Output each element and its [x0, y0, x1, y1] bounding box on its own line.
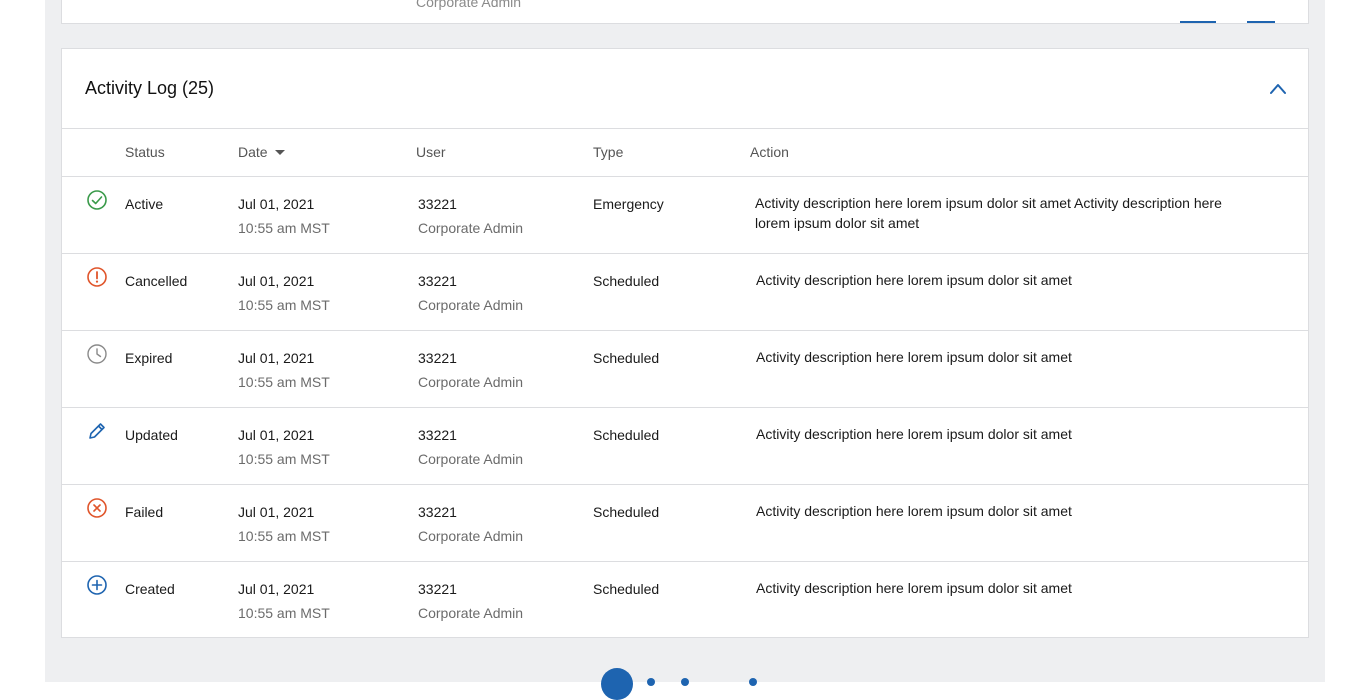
- previous-card-link[interactable]: [1180, 21, 1216, 23]
- row-date: Jul 01, 2021 10:55 am MST: [238, 500, 330, 548]
- row-status: Updated: [125, 427, 178, 443]
- row-action: Activity description here lorem ipsum do…: [756, 503, 1072, 519]
- row-user-role: Corporate Admin: [418, 220, 524, 236]
- row-user-role: Corporate Admin: [418, 297, 524, 313]
- row-type: Scheduled: [593, 427, 660, 443]
- row-user: 33221 Corporate Admin: [418, 269, 523, 317]
- row-user: 33221 Corporate Admin: [418, 346, 523, 394]
- row-time-value: 10:55 am MST: [238, 374, 330, 390]
- row-type: Scheduled: [593, 504, 660, 520]
- row-status: Active: [125, 196, 164, 212]
- column-header-action: Action: [750, 144, 789, 160]
- row-user-id: 33221: [418, 581, 457, 597]
- row-type: Scheduled: [593, 581, 660, 597]
- row-user: 33221 Corporate Admin: [418, 577, 523, 625]
- previous-card: Corporate Admin: [61, 0, 1309, 24]
- column-header-status: Status: [125, 144, 165, 160]
- row-date: Jul 01, 2021 10:55 am MST: [238, 192, 330, 240]
- row-user-id: 33221: [418, 504, 457, 520]
- row-action: Activity description here lorem ipsum do…: [756, 272, 1072, 288]
- row-status: Expired: [125, 350, 173, 366]
- activity-log-card: Activity Log (25) Status Date User Type …: [61, 48, 1309, 638]
- table-row: Created Jul 01, 2021 10:55 am MST 33221 …: [62, 562, 1308, 638]
- plus-circle-icon: [87, 575, 107, 595]
- row-user-id: 33221: [418, 427, 457, 443]
- column-header-type: Type: [593, 144, 624, 160]
- row-user: 33221 Corporate Admin: [418, 500, 523, 548]
- sort-descending-icon[interactable]: [274, 150, 285, 155]
- clock-icon: [87, 344, 107, 364]
- previous-card-link-2[interactable]: [1247, 21, 1275, 23]
- table-row: Updated Jul 01, 2021 10:55 am MST 33221 …: [62, 408, 1308, 485]
- column-header-user: User: [416, 144, 446, 160]
- chevron-up-icon[interactable]: [1268, 79, 1288, 99]
- row-user: 33221 Corporate Admin: [418, 192, 523, 240]
- row-date-value: Jul 01, 2021: [238, 196, 315, 212]
- previous-card-user-role: Corporate Admin: [416, 0, 522, 10]
- column-header-date[interactable]: Date: [238, 144, 285, 160]
- table-row: Cancelled Jul 01, 2021 10:55 am MST 3322…: [62, 254, 1308, 331]
- row-action: Activity description here lorem ipsum do…: [756, 580, 1072, 596]
- row-date-value: Jul 01, 2021: [238, 504, 315, 520]
- pagination-current-page[interactable]: [601, 668, 633, 700]
- row-user-role: Corporate Admin: [418, 528, 524, 544]
- row-time-value: 10:55 am MST: [238, 451, 330, 467]
- check-circle-icon: [87, 190, 107, 210]
- row-type: Emergency: [593, 196, 664, 212]
- row-user-id: 33221: [418, 350, 457, 366]
- row-action: Activity description here lorem ipsum do…: [756, 426, 1072, 442]
- x-circle-icon: [87, 498, 107, 518]
- row-status: Created: [125, 581, 175, 597]
- table-header: Status Date User Type Action: [62, 129, 1308, 177]
- row-date-value: Jul 01, 2021: [238, 427, 315, 443]
- pagination-page[interactable]: [647, 678, 655, 686]
- column-header-date-label: Date: [238, 144, 268, 160]
- row-time-value: 10:55 am MST: [238, 220, 330, 236]
- row-user: 33221 Corporate Admin: [418, 423, 523, 471]
- pencil-icon: [89, 423, 105, 439]
- row-time-value: 10:55 am MST: [238, 528, 330, 544]
- row-date-value: Jul 01, 2021: [238, 350, 315, 366]
- row-type: Scheduled: [593, 350, 660, 366]
- row-user-role: Corporate Admin: [418, 605, 524, 621]
- row-date: Jul 01, 2021 10:55 am MST: [238, 269, 330, 317]
- row-date-value: Jul 01, 2021: [238, 581, 315, 597]
- row-status: Failed: [125, 504, 164, 520]
- alert-circle-icon: [87, 267, 107, 287]
- row-status: Cancelled: [125, 273, 188, 289]
- row-time-value: 10:55 am MST: [238, 605, 330, 621]
- row-user-id: 33221: [418, 196, 457, 212]
- row-user-role: Corporate Admin: [418, 451, 524, 467]
- row-time-value: 10:55 am MST: [238, 297, 330, 313]
- table-row: Active Jul 01, 2021 10:55 am MST 33221 C…: [62, 177, 1308, 254]
- row-action: Activity description here lorem ipsum do…: [756, 349, 1072, 365]
- row-date: Jul 01, 2021 10:55 am MST: [238, 346, 330, 394]
- row-date: Jul 01, 2021 10:55 am MST: [238, 577, 330, 625]
- activity-log-title: Activity Log (25): [85, 78, 215, 98]
- row-date-value: Jul 01, 2021: [238, 273, 315, 289]
- row-type: Scheduled: [593, 273, 660, 289]
- table-row: Failed Jul 01, 2021 10:55 am MST 33221 C…: [62, 485, 1308, 562]
- pagination-page[interactable]: [749, 678, 757, 686]
- table-row: Expired Jul 01, 2021 10:55 am MST 33221 …: [62, 331, 1308, 408]
- row-action: Activity description here lorem ipsum do…: [755, 195, 1222, 231]
- page-canvas: Corporate Admin Activity Log (25) Status…: [45, 0, 1325, 700]
- row-user-id: 33221: [418, 273, 457, 289]
- row-user-role: Corporate Admin: [418, 374, 524, 390]
- row-date: Jul 01, 2021 10:55 am MST: [238, 423, 330, 471]
- pagination-page[interactable]: [681, 678, 689, 686]
- activity-log-header[interactable]: Activity Log (25): [62, 49, 1308, 129]
